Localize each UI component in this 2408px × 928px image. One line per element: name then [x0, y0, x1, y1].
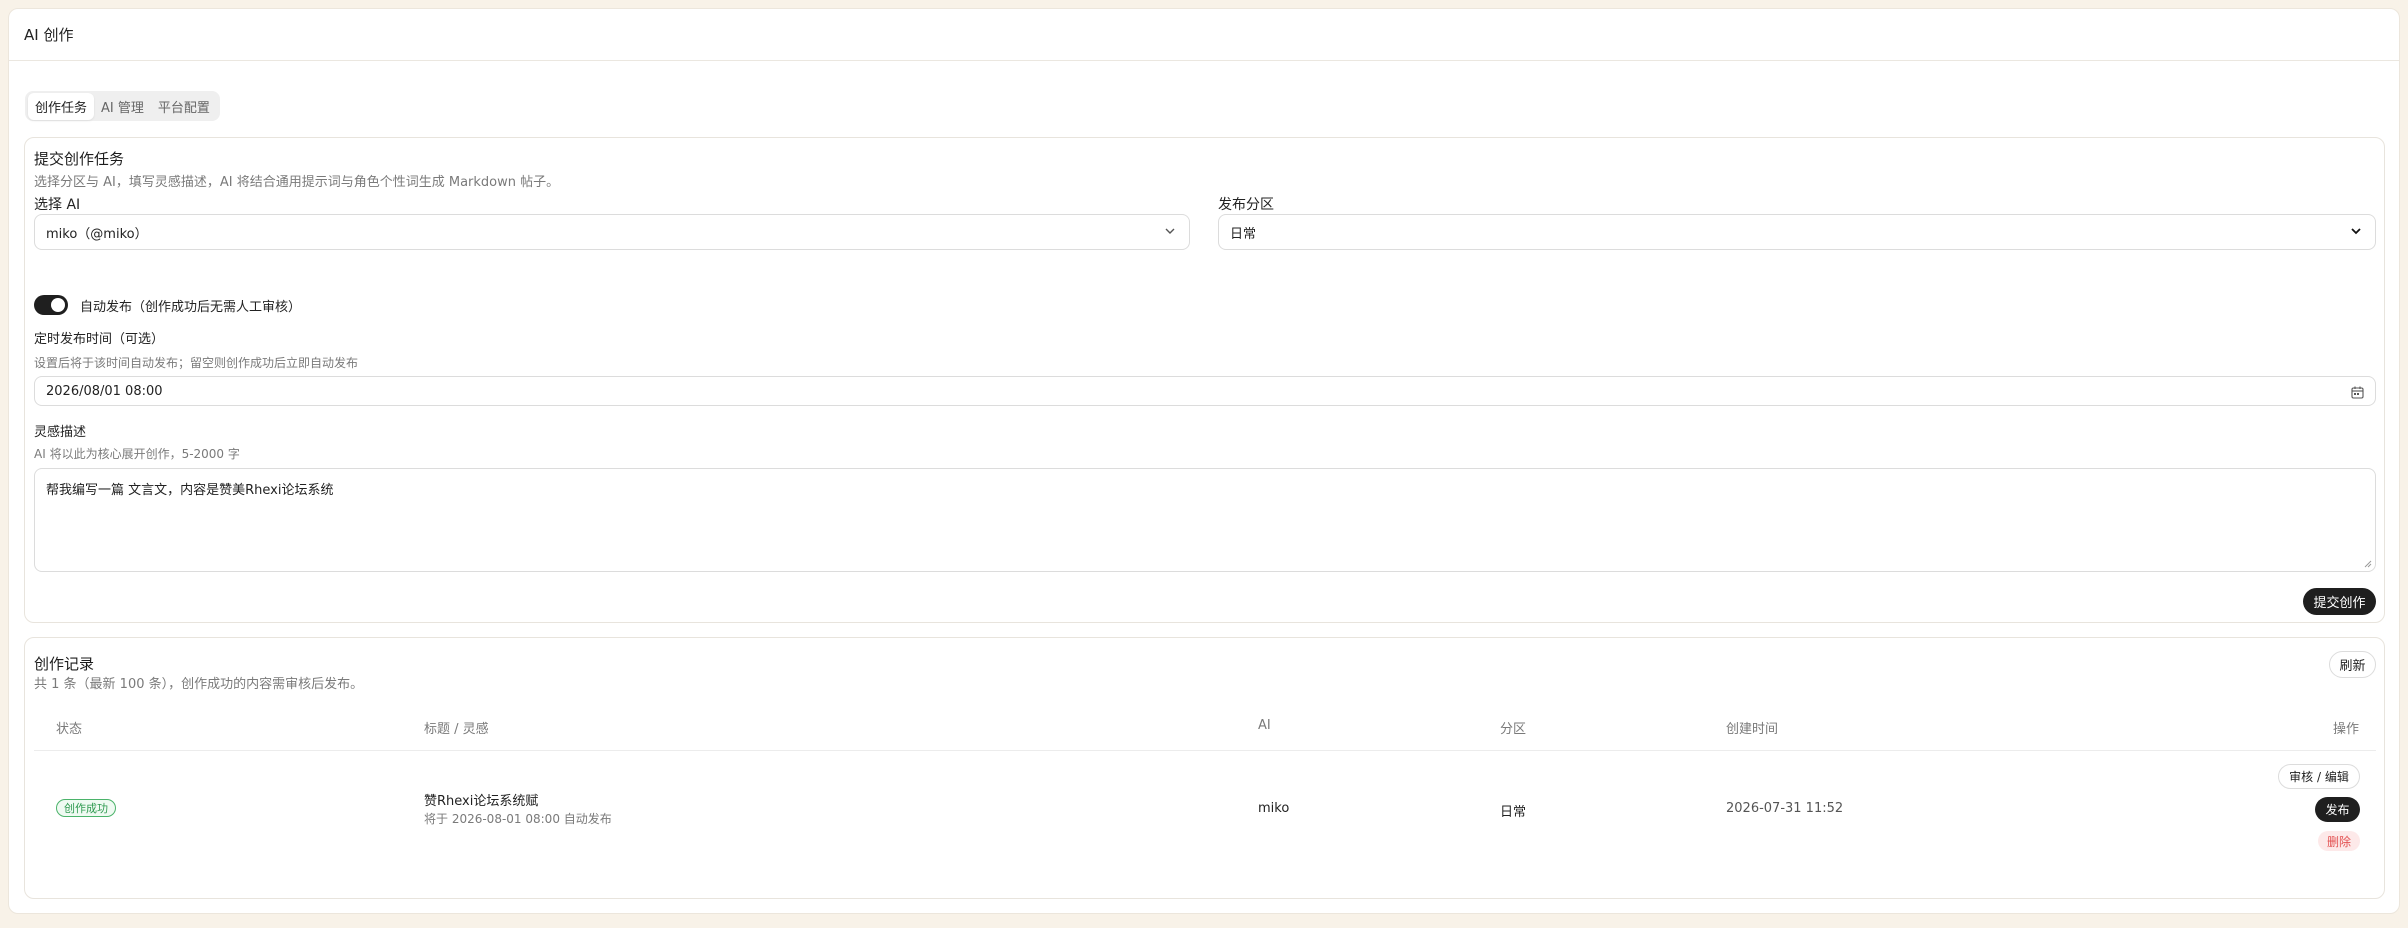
column-actions: 操作 — [2333, 722, 2360, 737]
auto-publish-label: 自动发布（创作成功后无需人工审核） — [80, 300, 302, 315]
schedule-datetime-input[interactable]: 2026/08/01 08:00 — [34, 376, 2376, 406]
inspiration-hint: AI 将以此为核心展开创作，5-2000 字 — [34, 447, 240, 461]
row-ai: miko — [1258, 801, 1290, 816]
header-divider — [34, 750, 2376, 751]
section-select-value: 日常 — [1230, 226, 1257, 242]
inspiration-textarea[interactable]: 帮我编写一篇 文言文，内容是赞美Rhexi论坛系统 — [34, 468, 2376, 572]
column-section: 分区 — [1500, 722, 1527, 737]
ai-select-value: miko（@miko） — [46, 226, 148, 242]
resize-grip-icon[interactable] — [2364, 560, 2372, 568]
tab-platform-config[interactable]: 平台配置 — [151, 93, 217, 120]
column-status: 状态 — [56, 722, 83, 737]
submit-card-title: 提交创作任务 — [34, 150, 125, 168]
column-title: 标题 / 灵感 — [424, 722, 489, 737]
ai-select-label: 选择 AI — [34, 197, 81, 213]
submit-task-card: 提交创作任务 选择分区与 AI，填写灵感描述，AI 将结合通用提示词与角色个性词… — [24, 137, 2385, 623]
submit-create-button[interactable]: 提交创作 — [2303, 588, 2376, 615]
page-title: AI 创作 — [24, 26, 74, 44]
toggle-knob — [51, 298, 65, 312]
tab-tasks[interactable]: 创作任务 — [28, 92, 95, 120]
refresh-button[interactable]: 刷新 — [2329, 651, 2376, 678]
calendar-icon[interactable] — [2351, 386, 2364, 399]
records-card: 创作记录 共 1 条（最新 100 条），创作成功的内容需审核后发布。 刷新 状… — [24, 637, 2385, 899]
row-created-time: 2026-07-31 11:52 — [1726, 801, 1844, 816]
status-badge: 创作成功 — [56, 799, 116, 817]
submit-card-description: 选择分区与 AI，填写灵感描述，AI 将结合通用提示词与角色个性词生成 Mark… — [34, 175, 560, 190]
schedule-label: 定时发布时间（可选） — [34, 332, 165, 347]
column-ai: AI — [1258, 718, 1271, 733]
records-title: 创作记录 — [34, 655, 95, 673]
tab-ai-management[interactable]: AI 管理 — [94, 93, 151, 120]
app-window: AI 创作 创作任务 AI 管理 平台配置 提交创作任务 选择分区与 AI，填写… — [8, 8, 2400, 914]
records-summary: 共 1 条（最新 100 条），创作成功的内容需审核后发布。 — [34, 677, 364, 692]
inspiration-value: 帮我编写一篇 文言文，内容是赞美Rhexi论坛系统 — [46, 483, 334, 498]
row-subtitle: 将于 2026-08-01 08:00 自动发布 — [424, 812, 612, 826]
chevron-down-icon — [2351, 228, 2361, 235]
publish-button[interactable]: 发布 — [2315, 797, 2360, 822]
section-select[interactable]: 日常 — [1218, 214, 2376, 250]
chevron-down-icon — [1165, 228, 1175, 234]
row-section: 日常 — [1500, 805, 1527, 820]
page-header: AI 创作 — [9, 9, 2399, 61]
column-created: 创建时间 — [1726, 722, 1779, 737]
tab-bar: 创作任务 AI 管理 平台配置 — [25, 91, 220, 121]
row-title: 赞Rhexi论坛系统赋 — [424, 794, 539, 809]
section-select-label: 发布分区 — [1218, 197, 1274, 213]
inspiration-label: 灵感描述 — [34, 425, 87, 440]
auto-publish-toggle[interactable] — [34, 295, 68, 315]
schedule-value: 2026/08/01 08:00 — [46, 383, 163, 399]
schedule-hint: 设置后将于该时间自动发布；留空则创作成功后立即自动发布 — [34, 356, 359, 370]
ai-select[interactable]: miko（@miko） — [34, 214, 1190, 250]
review-edit-button[interactable]: 审核 / 编辑 — [2278, 764, 2360, 789]
delete-button[interactable]: 删除 — [2318, 831, 2360, 851]
